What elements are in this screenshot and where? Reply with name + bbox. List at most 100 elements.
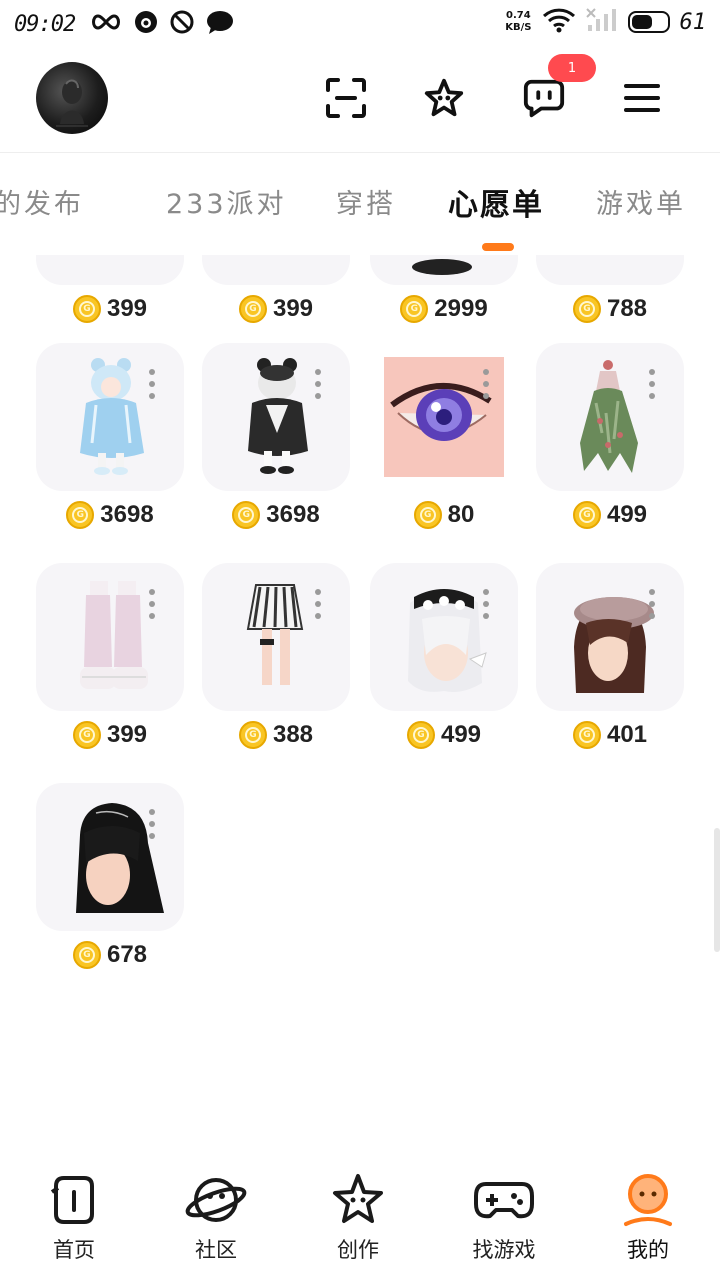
status-left-icons [89, 9, 235, 39]
more-options-icon[interactable] [148, 369, 156, 399]
more-options-icon[interactable] [314, 589, 322, 619]
profile-icon [616, 1168, 680, 1232]
wishlist-card[interactable]: G 388 [202, 563, 350, 749]
battery-icon [627, 11, 670, 33]
coin-icon: G [572, 501, 601, 529]
long-black-hair-icon[interactable] [36, 783, 184, 931]
home-icon [42, 1168, 106, 1232]
price-tag: G 388 [202, 721, 350, 749]
price-tag: G 401 [536, 721, 684, 749]
planet-icon [184, 1168, 248, 1232]
status-bar: 09:02 0.74 KB/S 61 [0, 0, 720, 48]
more-options-icon[interactable] [148, 809, 156, 839]
messages-icon[interactable] [522, 76, 566, 120]
status-time: 09:02 [14, 11, 76, 37]
more-options-icon[interactable] [648, 589, 656, 619]
avatar[interactable] [36, 62, 108, 134]
infinity-icon [89, 12, 123, 36]
wishlist-card[interactable]: G 678 [36, 783, 184, 969]
striped-skirt-icon[interactable] [202, 563, 350, 711]
coin-icon: G [406, 721, 435, 749]
wishlist-card[interactable]: G 399 [36, 255, 184, 323]
price-tag: G 80 [370, 501, 518, 529]
pink-boots-icon[interactable] [36, 563, 184, 711]
price-tag: G 3698 [36, 501, 184, 529]
nav-item-find-games[interactable]: 找游戏 [444, 1168, 564, 1264]
more-options-icon[interactable] [314, 369, 322, 399]
wishlist-card[interactable]: G 399 [202, 255, 350, 323]
coin-icon: G [572, 295, 601, 323]
tab-wishlist[interactable]: 心愿单 [448, 180, 544, 224]
more-options-icon[interactable] [482, 369, 490, 399]
white-hair-bow-icon[interactable] [370, 563, 518, 711]
more-options-icon[interactable] [482, 589, 490, 619]
price-tag: G 399 [202, 295, 350, 323]
wishlist-card[interactable]: G 3698 [36, 343, 184, 529]
tab-outfits[interactable]: 穿搭 [336, 182, 396, 221]
price-tag: G 788 [536, 295, 684, 323]
coin-icon: G [66, 501, 95, 529]
black-bear-outfit-icon[interactable] [202, 343, 350, 491]
partial-item-icon[interactable] [36, 255, 184, 285]
battery-fill [631, 15, 653, 29]
scan-icon[interactable] [324, 76, 368, 120]
wishlist-card[interactable]: G 80 [370, 343, 518, 529]
price-tag: G 399 [36, 721, 184, 749]
profile-tabs: 我的发布 233派对 穿搭 心愿单 游戏单 [0, 172, 720, 232]
coin-icon: G [72, 941, 101, 969]
star-icon[interactable] [422, 76, 466, 120]
wishlist-card[interactable]: G 3698 [202, 343, 350, 529]
brown-hair-beret-icon[interactable] [536, 563, 684, 711]
wishlist-card[interactable]: G 2999 [370, 255, 518, 323]
star-create-icon [326, 1168, 390, 1232]
net-speed: 0.74 KB/S [505, 10, 532, 33]
gamepad-icon [472, 1168, 536, 1232]
coin-icon: G [72, 295, 101, 323]
top-header [0, 56, 720, 146]
header-divider [0, 152, 720, 153]
purple-eye-icon[interactable] [370, 343, 518, 491]
coin-icon: G [72, 721, 101, 749]
coin-icon: G [238, 721, 267, 749]
wishlist-card[interactable]: G 401 [536, 563, 684, 749]
price-tag: G 499 [536, 501, 684, 529]
price-tag: G 3698 [202, 501, 350, 529]
tab-233-party[interactable]: 233派对 [166, 182, 287, 221]
menu-icon[interactable] [620, 76, 664, 120]
nav-item-home[interactable]: 首页 [14, 1168, 134, 1264]
coin-icon: G [413, 501, 442, 529]
price-tag: G 678 [36, 941, 184, 969]
nav-item-community[interactable]: 社区 [156, 1168, 276, 1264]
partial-item-icon[interactable] [370, 255, 518, 285]
more-options-icon[interactable] [148, 589, 156, 619]
price-tag: G 2999 [370, 295, 518, 323]
wishlist-card[interactable]: G 788 [536, 255, 684, 323]
active-tab-indicator [482, 243, 514, 251]
wishlist-card[interactable]: G 499 [370, 563, 518, 749]
coin-icon: G [232, 501, 261, 529]
nav-item-profile[interactable]: 我的 [588, 1168, 708, 1264]
battery-percent: 61 [679, 9, 707, 35]
nav-item-create[interactable]: 创作 [298, 1168, 418, 1264]
wifi-icon [542, 6, 576, 38]
more-options-icon[interactable] [648, 369, 656, 399]
partial-item-icon[interactable] [536, 255, 684, 285]
tab-game-lists[interactable]: 游戏单 [596, 182, 686, 221]
message-icon [205, 9, 235, 39]
partial-item-icon[interactable] [202, 255, 350, 285]
green-floral-dress-icon[interactable] [536, 343, 684, 491]
messages-badge: 1 [548, 54, 596, 82]
bottom-nav: 首页 社区 创作 找游戏 我的 [0, 1160, 720, 1280]
wishlist-card[interactable]: G 499 [536, 343, 684, 529]
price-tag: G 499 [370, 721, 518, 749]
scroll-handle[interactable] [714, 828, 720, 952]
tab-my-posts[interactable]: 我的发布 [0, 182, 84, 221]
blue-bear-outfit-icon[interactable] [36, 343, 184, 491]
coin-icon: G [400, 295, 429, 323]
coin-icon: G [572, 721, 601, 749]
chat-bubble-icon [133, 9, 159, 39]
block-icon [169, 9, 195, 39]
signal-icon [585, 7, 618, 37]
wishlist-card[interactable]: G 399 [36, 563, 184, 749]
coin-icon: G [238, 295, 267, 323]
